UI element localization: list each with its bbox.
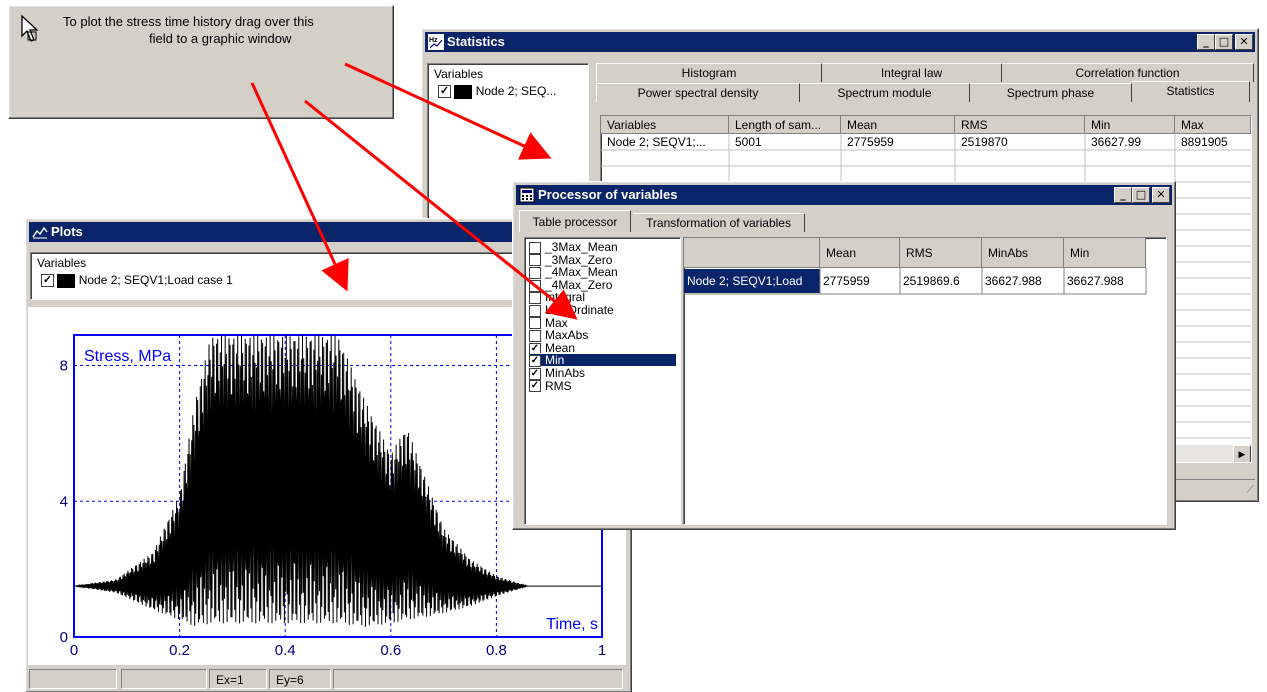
- function-checkbox[interactable]: [529, 267, 541, 280]
- close-button[interactable]: ✕: [1235, 34, 1253, 50]
- minimize-button[interactable]: _: [1197, 34, 1215, 50]
- statistics-titlebar[interactable]: Hz Statistics _ □ ✕: [425, 32, 1255, 52]
- function-list-item[interactable]: Integral: [529, 291, 585, 305]
- mouse-pointer-icon: [21, 14, 39, 42]
- function-checkbox[interactable]: [529, 292, 541, 305]
- series-color-swatch: [454, 84, 473, 99]
- drag-hint-line1: To plot the stress time history drag ove…: [63, 14, 314, 29]
- tab-spectrum-phase[interactable]: Spectrum phase: [970, 83, 1132, 102]
- tab-spectrum-module[interactable]: Spectrum module: [800, 83, 970, 102]
- series-color-swatch: [57, 273, 76, 288]
- function-checkbox[interactable]: [529, 254, 541, 267]
- drag-hint-line2: field to a graphic window: [149, 31, 292, 46]
- resize-grip-icon[interactable]: ⟋: [1246, 484, 1254, 497]
- variable-label: Node 2; SEQ...: [475, 84, 557, 98]
- drag-hint-box[interactable]: To plot the stress time history drag ove…: [8, 5, 394, 119]
- function-list-item[interactable]: LastOrdinate: [529, 304, 614, 317]
- tab-statistics[interactable]: Statistics: [1132, 81, 1250, 102]
- function-list-item[interactable]: _4Max_Zero: [529, 279, 612, 292]
- status-segment: [121, 669, 207, 689]
- minimize-button[interactable]: _: [1114, 187, 1132, 203]
- x-tick-label: 0.4: [275, 642, 296, 659]
- status-segment: [333, 669, 623, 689]
- maximize-button[interactable]: □: [1132, 187, 1150, 203]
- variable-label: Node 2; SEQV1;Load case 1: [78, 273, 233, 287]
- function-list-item[interactable]: ✓ RMS: [529, 378, 572, 393]
- y-tick-label: 4: [60, 493, 68, 510]
- col-header-max[interactable]: Max: [1175, 116, 1251, 134]
- variables-label: Variables: [37, 256, 87, 270]
- function-checkbox[interactable]: ✓: [529, 355, 541, 368]
- variables-label: Variables: [434, 67, 484, 81]
- function-list-item[interactable]: _3Max_Mean: [529, 241, 618, 254]
- col-header-rms[interactable]: RMS: [955, 116, 1085, 134]
- tab-histogram[interactable]: Histogram: [596, 63, 822, 82]
- tab-correlation-function[interactable]: Correlation function: [1002, 63, 1254, 82]
- tab-integral-law[interactable]: Integral law: [822, 63, 1002, 82]
- col-header-min[interactable]: Min: [1085, 116, 1175, 134]
- function-checkbox[interactable]: [529, 330, 541, 343]
- function-checkbox[interactable]: [529, 241, 541, 254]
- grid-lines: [684, 268, 1147, 295]
- plots-title: Plots: [51, 224, 83, 239]
- svg-text:Hz: Hz: [429, 37, 438, 44]
- function-checkbox[interactable]: ✓: [529, 367, 541, 380]
- tab-transformation-of-variables[interactable]: Transformation of variables: [633, 213, 805, 232]
- function-checkbox[interactable]: [529, 279, 541, 292]
- status-ey: Ey=6: [269, 669, 331, 689]
- variable-list-item[interactable]: ✓ Node 2; SEQ...: [438, 84, 556, 99]
- x-tick-label: 0.2: [169, 642, 190, 659]
- variable-checkbox[interactable]: ✓: [438, 85, 451, 99]
- maximize-button[interactable]: □: [1215, 34, 1233, 50]
- close-button[interactable]: ✕: [1152, 187, 1170, 203]
- col-header-mean[interactable]: Mean: [841, 116, 955, 134]
- calculator-icon: [519, 187, 535, 203]
- y-tick-label: 0: [60, 629, 68, 646]
- processor-window: Processor of variables _ □ ✕ Table proce…: [512, 181, 1176, 530]
- function-checkbox[interactable]: ✓: [529, 380, 541, 393]
- plots-statusbar: Ex=1 Ey=6: [29, 669, 625, 691]
- function-list-item[interactable]: _4Max_Mean: [529, 266, 618, 280]
- x-tick-label: 0: [70, 642, 78, 659]
- statistic-function-list[interactable]: _3Max_Mean _3Max_Zero _4Max_Mean _4Max_Zero…: [524, 237, 681, 525]
- hz-statistics-icon: Hz: [428, 34, 444, 50]
- function-list-item[interactable]: ✓ Mean: [529, 342, 575, 355]
- x-axis-label: Time, s: [546, 616, 598, 633]
- plot-line-icon: [32, 226, 48, 239]
- status-ex: Ex=1: [209, 669, 267, 689]
- function-list-item[interactable]: ✓ MinAbs: [529, 367, 585, 380]
- y-axis-label: Stress, MPa: [84, 348, 171, 365]
- scroll-right-arrow-icon[interactable]: ▶: [1233, 445, 1251, 462]
- y-tick-label: 8: [60, 358, 68, 375]
- statistics-title: Statistics: [447, 34, 505, 49]
- function-list-item[interactable]: ✓ Min: [528, 353, 677, 368]
- function-list-item[interactable]: Max: [529, 317, 568, 330]
- col-header-variables[interactable]: Variables: [601, 116, 729, 134]
- variable-checkbox[interactable]: ✓: [41, 274, 54, 288]
- function-list-item[interactable]: MaxAbs: [529, 329, 588, 343]
- function-checkbox[interactable]: [529, 304, 541, 317]
- x-tick-label: 1: [598, 642, 606, 659]
- function-list-item[interactable]: _3Max_Zero: [529, 254, 612, 267]
- statistics-tabs: Histogram Integral law Correlation funct…: [596, 63, 1254, 105]
- function-checkbox[interactable]: ✓: [529, 342, 541, 355]
- processor-title: Processor of variables: [538, 187, 678, 202]
- x-tick-label: 0.8: [486, 642, 507, 659]
- variable-list-item[interactable]: ✓ Node 2; SEQV1;Load case 1: [41, 273, 233, 288]
- col-header-length[interactable]: Length of sam...: [729, 116, 841, 134]
- processor-grid[interactable]: Mean RMS MinAbs Min Node 2; SEQV1;Load 2…: [683, 237, 1167, 525]
- tab-power-spectral-density[interactable]: Power spectral density: [596, 83, 800, 102]
- x-tick-label: 0.6: [380, 642, 401, 659]
- function-checkbox[interactable]: [529, 317, 541, 330]
- function-label: RMS: [545, 378, 572, 393]
- status-segment: [29, 669, 117, 689]
- processor-titlebar[interactable]: Processor of variables _ □ ✕: [516, 185, 1172, 205]
- tab-table-processor[interactable]: Table processor: [519, 210, 631, 232]
